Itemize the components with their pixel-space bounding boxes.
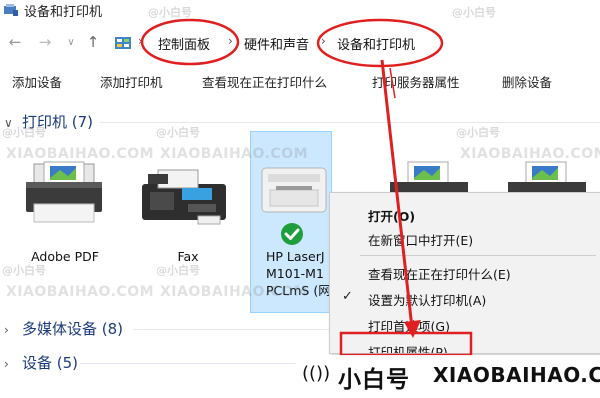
menu-item-printing-preferences[interactable]: 打印首选项(G) — [330, 313, 600, 335]
menu-separator — [360, 255, 596, 256]
chevron-right-icon: › — [4, 323, 9, 337]
watermark: XIAOBAIHAO.COM — [160, 284, 309, 300]
see-printing-button[interactable]: 查看现在正在打印什么 — [202, 72, 327, 91]
title-bar: 设备和打印机 — [0, 0, 600, 24]
group-header-devices[interactable]: › 设备 (5) — [0, 352, 78, 373]
context-menu: 打开(O) 在新窗口中打开(E) 查看现在正在打印什么(E) ✓ 设置为默认打印… — [329, 192, 600, 354]
watermark: XIAOBAIHAO.COM — [160, 146, 309, 162]
menu-item-printer-properties[interactable]: 打印机属性(P) — [330, 339, 600, 353]
back-icon[interactable]: ← — [6, 33, 24, 51]
watermark: @小白号 — [156, 126, 200, 139]
address-bar: ← → ∨ ↑ › 控制面板 › 硬件和声音 › 设备和打印机 — [0, 24, 600, 63]
watermark: @小白号 — [156, 264, 200, 277]
watermark: @小白号 — [2, 264, 46, 277]
chevron-right-icon: › — [4, 357, 9, 371]
remove-device-button[interactable]: 删除设备 — [502, 72, 552, 91]
brand-name: 小白号 — [338, 367, 410, 393]
signal-icon: (()) — [302, 363, 331, 384]
default-check-icon — [281, 223, 303, 245]
watermark: @小白号 — [2, 126, 46, 139]
checkmark-icon: ✓ — [342, 289, 353, 304]
fax-icon[interactable] — [138, 164, 230, 228]
watermark: XIAOBAIHAO.COM — [460, 146, 600, 162]
breadcrumb-control-panel[interactable]: 控制面板 — [158, 34, 210, 53]
brand-site: XIAOBAIHAO.COM — [433, 363, 600, 387]
control-panel-icon — [115, 37, 131, 49]
add-device-button[interactable]: 添加设备 — [12, 72, 62, 91]
command-bar: 添加设备 添加打印机 查看现在正在打印什么 打印服务器属性 删除设备 — [0, 62, 600, 98]
menu-item-set-default[interactable]: ✓ 设置为默认打印机(A) — [330, 287, 600, 309]
breadcrumb-devices-printers[interactable]: 设备和打印机 — [337, 34, 415, 53]
chevron-down-icon[interactable]: ∨ — [62, 37, 80, 48]
laser-printer-icon[interactable] — [256, 160, 332, 220]
breadcrumb-hardware-sound[interactable]: 硬件和声音 — [244, 34, 309, 53]
group-divider — [80, 363, 296, 364]
menu-item-open[interactable]: 打开(O) — [330, 203, 600, 225]
menu-item-see-printing[interactable]: 查看现在正在打印什么(E) — [330, 261, 600, 283]
printer-icon[interactable] — [20, 160, 108, 228]
brand-watermark: (()) 小白号 XIAOBAIHAO.COM — [296, 355, 600, 398]
watermark: @小白号 — [148, 6, 192, 19]
printer-icon[interactable] — [502, 160, 592, 196]
window-title: 设备和打印机 — [24, 5, 103, 20]
watermark: XIAOBAIHAO.COM — [6, 284, 155, 300]
add-printer-button[interactable]: 添加打印机 — [100, 72, 163, 91]
watermark: @小白号 — [456, 126, 500, 139]
group-header-multimedia[interactable]: › 多媒体设备 (8) — [0, 318, 123, 339]
print-server-properties-button[interactable]: 打印服务器属性 — [372, 72, 460, 91]
menu-item-open-new-window[interactable]: 在新窗口中打开(E) — [330, 227, 600, 249]
breadcrumb-separator[interactable]: › — [321, 34, 326, 48]
printer-icon[interactable] — [384, 160, 474, 196]
group-divider — [100, 122, 600, 123]
breadcrumb-separator: › — [138, 34, 143, 48]
group-divider — [134, 329, 330, 330]
devices-printers-icon — [4, 4, 18, 16]
up-arrow-icon[interactable]: ↑ — [84, 33, 102, 51]
forward-icon[interactable]: → — [36, 33, 54, 51]
watermark: @小白号 — [452, 6, 496, 19]
breadcrumb-separator[interactable]: › — [228, 34, 233, 48]
watermark: XIAOBAIHAO.COM — [6, 146, 155, 162]
